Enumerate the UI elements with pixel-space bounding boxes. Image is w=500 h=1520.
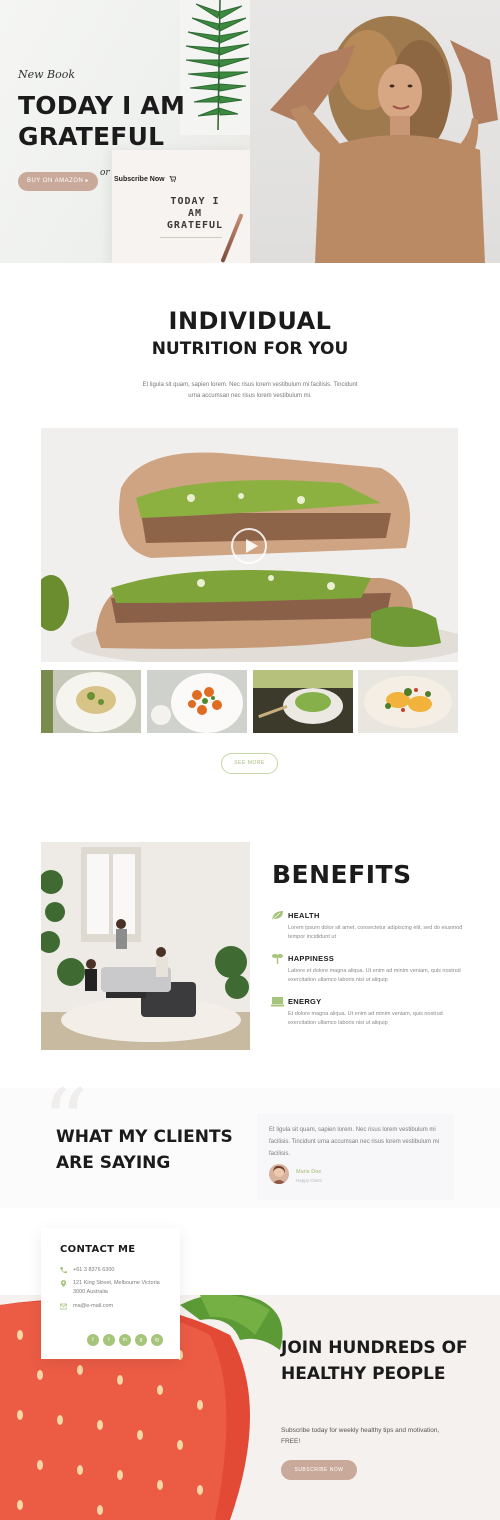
subscribe-now-link[interactable]: Subscribe Now [114, 176, 176, 183]
hero-section: TODAY I AM GRATEFUL New Book TODAY I AM … [0, 0, 500, 263]
facebook-icon[interactable]: f [87, 1334, 99, 1346]
greens-image [253, 670, 353, 733]
cart-icon [168, 176, 176, 183]
contact-email-text: ma@e-mail.com [73, 1303, 114, 1309]
nutrition-title-line2: NUTRITION FOR YOU [151, 339, 349, 359]
gallery-thumb-pasta[interactable] [41, 670, 141, 733]
book-cover-underline [160, 237, 222, 238]
leaf-icon [271, 911, 283, 921]
avatar [269, 1164, 289, 1184]
nutrition-description: Et ligula sit quam, sapien lorem. Nec ri… [142, 382, 358, 399]
benefits-title: BENEFITS [272, 860, 412, 889]
see-more-button[interactable]: SEE MORE [221, 753, 278, 774]
gallery-thumb-greens[interactable] [253, 670, 353, 733]
plant-icon [272, 954, 283, 964]
contact-address-text: 121 King Street, Melbourne Victoria 3000… [73, 1280, 160, 1295]
benefit-text: Lorem ipsum dolor sit amet, consectetur … [288, 925, 463, 940]
subscribe-now-label: Subscribe Now [114, 176, 165, 183]
pasta-image [41, 670, 141, 733]
living-room-image [41, 842, 250, 1050]
laptop-icon [271, 997, 284, 1007]
hero-title: TODAY I AM GRATEFUL [18, 91, 186, 151]
nutrition-title-line1: INDIVIDUAL [168, 307, 332, 335]
buy-on-amazon-button[interactable]: BUY ON AMAZON ▸ [18, 172, 98, 191]
phone-icon [60, 1267, 67, 1274]
testimonials-title: WHAT MY CLIENTS ARE SAYING [56, 1127, 233, 1173]
benefit-text: Labore et dolore magna aliqua. Ut enim a… [288, 968, 461, 983]
book-cover-text: TODAY I AM GRATEFUL [166, 196, 224, 231]
google-icon[interactable]: g [135, 1334, 147, 1346]
twitter-icon[interactable]: t [103, 1334, 115, 1346]
client-name: Marie Doe [296, 1169, 322, 1175]
benefit-title: HEALTH [288, 911, 320, 920]
client-role: Happy Client [296, 1178, 322, 1183]
benefit-title: ENERGY [288, 997, 322, 1006]
salad-image [147, 670, 247, 733]
location-pin-icon [60, 1280, 67, 1287]
eggs-image [358, 670, 458, 733]
or-separator: or [100, 168, 110, 178]
subscribe-now-button[interactable]: SUBSCRIBE NOW [281, 1460, 357, 1480]
benefit-text: Et dolore magna aliqua. Ut enim ad minim… [288, 1011, 443, 1026]
instagram-icon[interactable]: ig [151, 1334, 163, 1346]
join-description: Subscribe today for weekly healthy tips … [281, 1427, 440, 1445]
buy-on-amazon-label: BUY ON AMAZON [26, 178, 84, 184]
benefit-title: HAPPINESS [288, 954, 335, 963]
mail-icon [60, 1303, 67, 1310]
linkedin-icon[interactable]: in [119, 1334, 131, 1346]
hero-subtitle: New Book [18, 68, 76, 81]
living-room-illustration [41, 842, 250, 1050]
cart-icon: ▸ [85, 178, 90, 184]
join-title: JOIN HUNDREDS OF HEALTHY PEOPLE [281, 1338, 468, 1384]
contact-title: CONTACT ME [60, 1244, 136, 1255]
testimonial-quote: Et ligula sit quam, sapien lorem. Nec ri… [269, 1127, 440, 1157]
gallery-thumb-salad[interactable] [147, 670, 247, 733]
woman-portrait-image [270, 16, 498, 263]
contact-phone-text: +61 3 8376 6300 [73, 1267, 115, 1273]
gallery-thumb-eggs[interactable] [358, 670, 458, 733]
play-video-button[interactable] [231, 528, 267, 564]
